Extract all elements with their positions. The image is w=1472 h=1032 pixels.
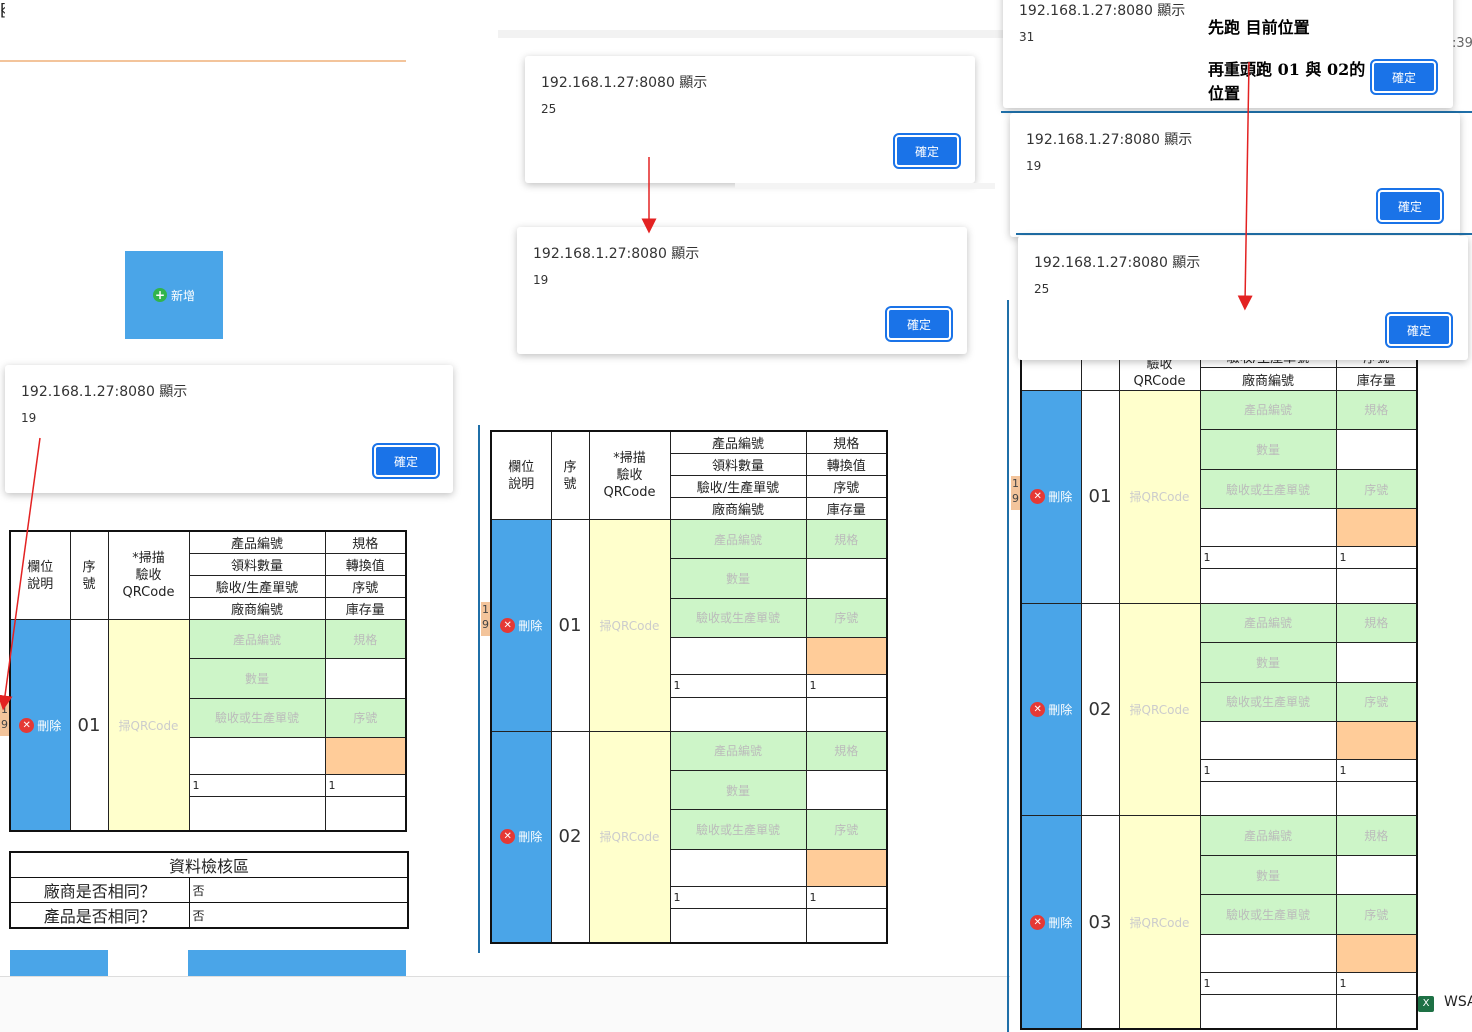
arrow-down-left [0, 437, 41, 711]
arrow-down-right [1237, 61, 1253, 311]
annotation-arrows [0, 61, 1253, 711]
